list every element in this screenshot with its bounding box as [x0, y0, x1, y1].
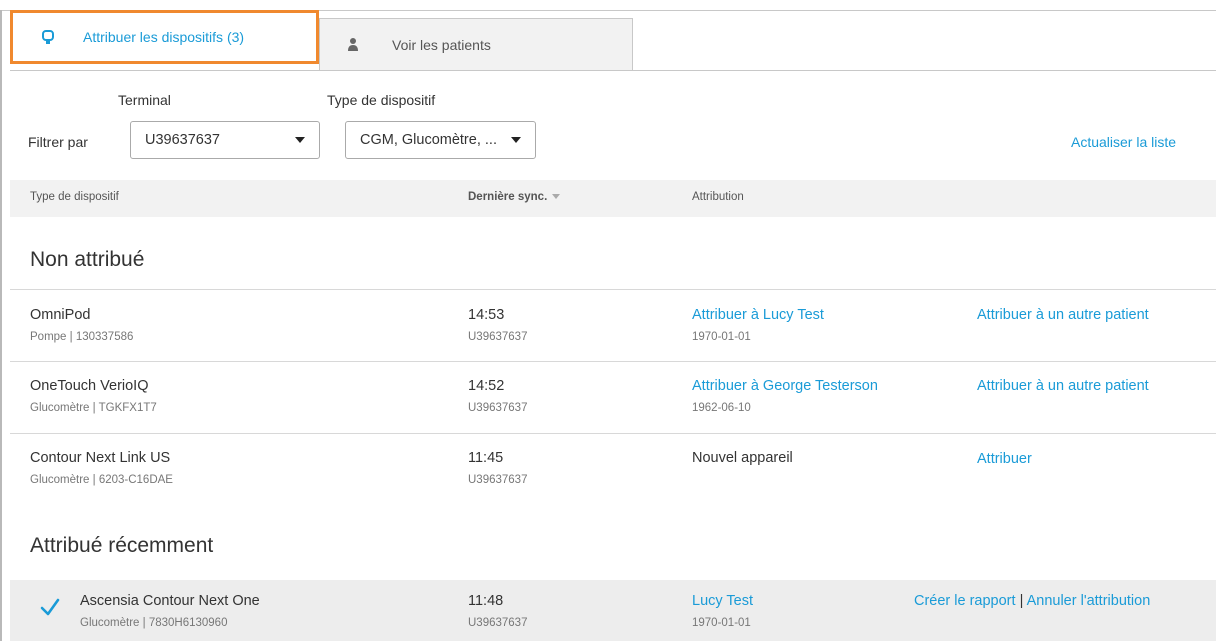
device-detail: Pompe | 130337586: [30, 331, 134, 343]
section-unassigned: Non attribué: [30, 248, 145, 271]
chevron-down-icon: [295, 137, 305, 143]
refresh-list-link[interactable]: Actualiser la liste: [1071, 134, 1176, 150]
terminal-label: Terminal: [118, 92, 171, 108]
sync-time: 11:45: [468, 450, 504, 466]
checkmark-icon: [40, 598, 60, 621]
device-detail: Glucomètre | TGKFX1T7: [30, 402, 157, 414]
sync-time: 14:53: [468, 307, 505, 323]
filter-by-label: Filtrer par: [28, 134, 88, 150]
patient-birthdate: 1970-01-01: [692, 331, 751, 343]
assign-to-patient-link[interactable]: Attribuer à Lucy Test: [692, 307, 824, 323]
tab-assign-devices-label: Attribuer les dispositifs (3): [83, 29, 245, 45]
sync-time: 14:52: [468, 378, 505, 394]
device-name: Contour Next Link US: [30, 450, 171, 466]
terminal-select-value: U39637637: [145, 132, 220, 148]
action-separator: |: [1019, 593, 1024, 609]
sort-desc-icon: [552, 194, 561, 200]
person-icon: [346, 37, 360, 53]
device-name: OmniPod: [30, 307, 91, 323]
table-row-recent: Ascensia Contour Next One Glucomètre | 7…: [10, 580, 1216, 641]
device-detail: Glucomètre | 7830H6130960: [80, 617, 228, 629]
tab-bar: Attribuer les dispositifs (3) Voir les p…: [10, 10, 1216, 70]
assign-other-patient-link[interactable]: Attribuer à un autre patient: [977, 307, 1149, 323]
patient-birthdate: 1970-01-01: [692, 617, 751, 629]
assign-other-patient-link[interactable]: Attribuer à un autre patient: [977, 378, 1149, 394]
device-name: Ascensia Contour Next One: [80, 593, 260, 609]
sync-terminal: U39637637: [468, 402, 528, 414]
device-pin-icon: [41, 29, 55, 45]
cancel-assignment-link[interactable]: Annuler l'attribution: [1027, 593, 1151, 609]
sync-terminal: U39637637: [468, 331, 528, 343]
column-last-sync-label: Dernière sync.: [468, 191, 548, 203]
table-row: OneTouch VerioIQ Glucomètre | TGKFX1T7 1…: [10, 362, 1216, 433]
tab-bar-divider: [10, 70, 1216, 71]
assign-to-patient-link[interactable]: Attribuer à George Testerson: [692, 378, 878, 394]
device-name: OneTouch VerioIQ: [30, 378, 149, 394]
column-device-type[interactable]: Type de dispositif: [30, 191, 119, 203]
tab-view-patients-label: Voir les patients: [392, 36, 491, 53]
column-last-sync[interactable]: Dernière sync.: [468, 191, 561, 203]
tab-assign-devices[interactable]: Attribuer les dispositifs (3): [10, 10, 319, 64]
sync-terminal: U39637637: [468, 617, 528, 629]
device-type-label: Type de dispositif: [327, 92, 436, 108]
create-report-link[interactable]: Créer le rapport: [914, 593, 1016, 609]
sync-time: 11:48: [468, 593, 504, 609]
device-type-select[interactable]: CGM, Glucomètre, ...: [345, 121, 536, 159]
section-recently-assigned: Attribué récemment: [30, 534, 214, 557]
new-device-status: Nouvel appareil: [692, 450, 793, 466]
table-row: Contour Next Link US Glucomètre | 6203-C…: [10, 434, 1216, 505]
chevron-down-icon: [511, 137, 521, 143]
terminal-select[interactable]: U39637637: [130, 121, 320, 159]
column-assignment[interactable]: Attribution: [692, 191, 744, 203]
device-detail: Glucomètre | 6203-C16DAE: [30, 474, 173, 486]
patient-birthdate: 1962-06-10: [692, 402, 751, 414]
device-type-select-value: CGM, Glucomètre, ...: [360, 132, 497, 148]
patient-name-link[interactable]: Lucy Test: [692, 593, 753, 609]
sync-terminal: U39637637: [468, 474, 528, 486]
table-row: OmniPod Pompe | 130337586 14:53 U3963763…: [10, 290, 1216, 361]
tab-view-patients[interactable]: Voir les patients: [319, 18, 633, 70]
recent-actions: Créer le rapport | Annuler l'attribution: [914, 593, 1150, 609]
table-header: Type de dispositif Dernière sync. Attrib…: [10, 180, 1216, 217]
window-left-border: [0, 10, 2, 641]
assign-link[interactable]: Attribuer: [977, 451, 1032, 467]
